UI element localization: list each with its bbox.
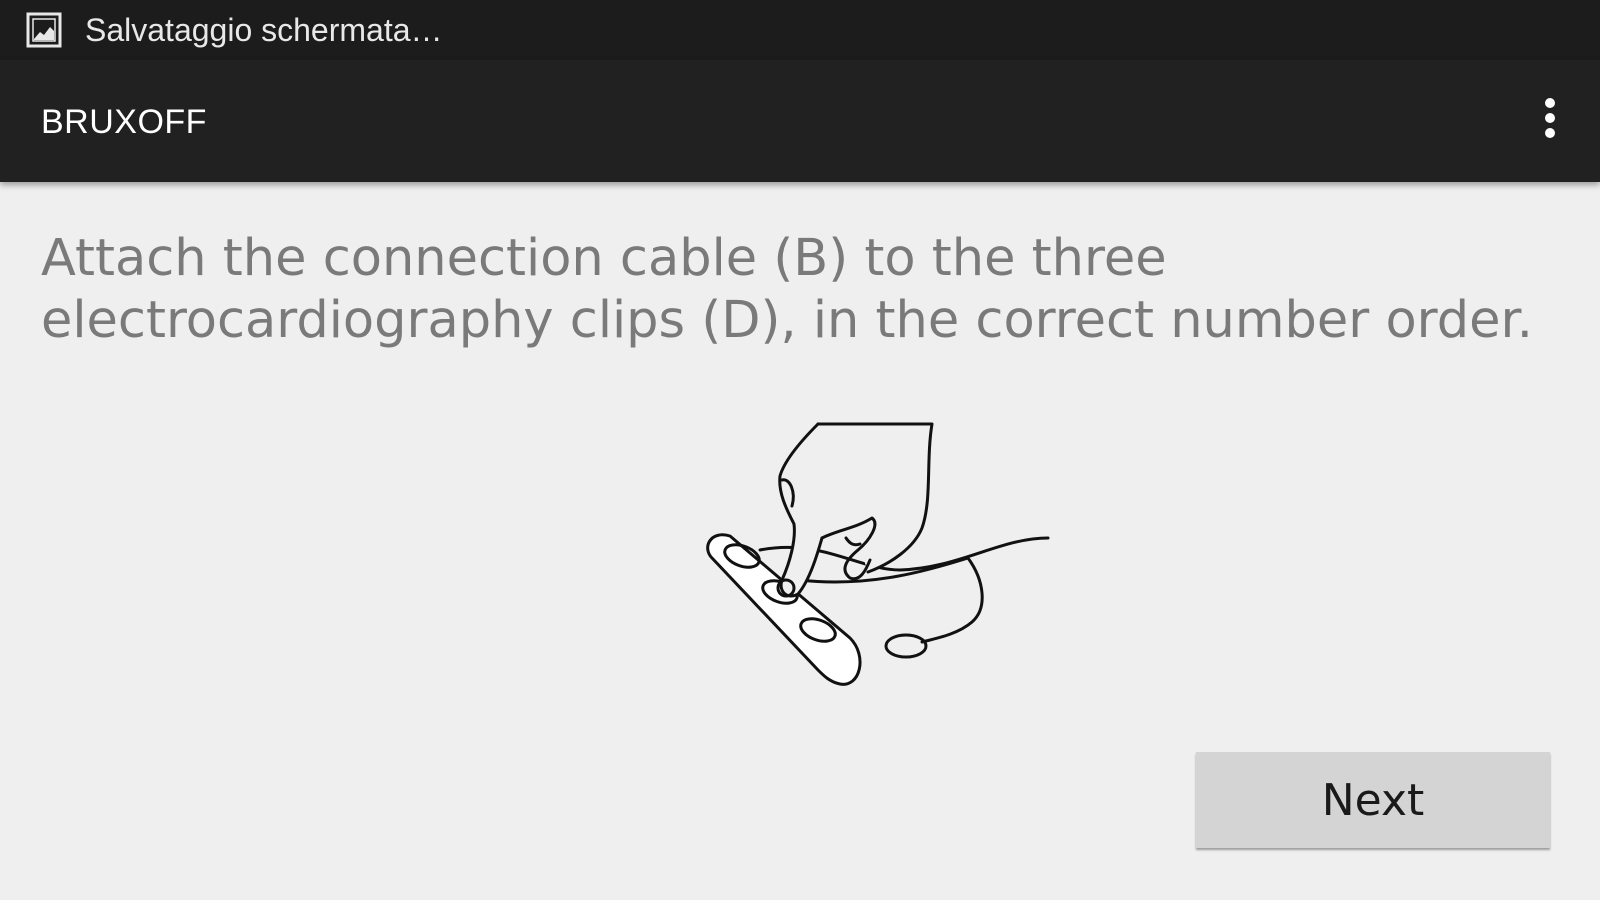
app-title: BRUXOFF (41, 103, 207, 141)
more-vert-icon[interactable] (1538, 98, 1562, 146)
next-button[interactable]: Next (1196, 752, 1550, 848)
hand-attaching-cable-illustration (706, 422, 1050, 686)
screenshot-icon (26, 12, 62, 48)
action-bar: BRUXOFF (0, 60, 1600, 182)
status-bar: Salvataggio schermata… (0, 0, 1600, 60)
instruction-text: Attach the connection cable (B) to the t… (41, 229, 1533, 350)
notification-text: Salvataggio schermata… (85, 12, 443, 48)
